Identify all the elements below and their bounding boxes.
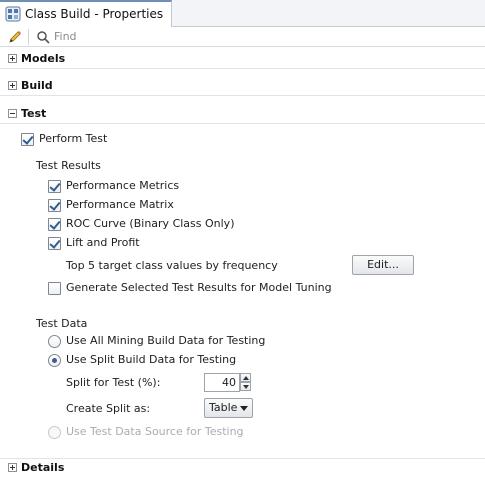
use-split-data-radio[interactable] — [48, 354, 61, 367]
split-for-test-label: Split for Test (%): — [66, 376, 161, 389]
class-build-icon — [5, 6, 21, 22]
tab-strip: Class Build - Properties — [0, 0, 485, 27]
test-results-heading: Test Results — [36, 159, 101, 172]
use-split-data-label: Use Split Build Data for Testing — [66, 353, 237, 366]
create-split-dropdown[interactable]: Table — [204, 398, 253, 418]
split-percent-field[interactable]: 40 — [204, 373, 240, 392]
expand-icon[interactable] — [8, 81, 17, 90]
roc-curve-label: ROC Curve (Binary Class Only) — [66, 217, 235, 230]
section-test[interactable]: Test — [0, 105, 485, 124]
section-label: Build — [21, 79, 53, 92]
edit-button[interactable]: Edit... — [352, 255, 414, 275]
chevron-down-icon — [240, 406, 248, 411]
perform-test-label: Perform Test — [39, 132, 108, 145]
use-all-data-radio[interactable] — [48, 335, 61, 348]
search-icon — [37, 31, 50, 44]
top-target-label: Top 5 target class values by frequency — [66, 259, 278, 272]
spinner-down-icon[interactable] — [240, 382, 251, 391]
find-input[interactable] — [54, 28, 474, 45]
perform-test-checkbox[interactable] — [21, 133, 34, 146]
create-split-value: Table — [209, 401, 238, 414]
performance-metrics-checkbox[interactable] — [48, 180, 61, 193]
performance-matrix-checkbox[interactable] — [48, 199, 61, 212]
tab-class-build-properties[interactable]: Class Build - Properties — [0, 0, 172, 27]
spinner-up-icon[interactable] — [240, 373, 251, 382]
generate-tuning-label: Generate Selected Test Results for Model… — [66, 281, 332, 294]
use-test-data-source-radio[interactable] — [48, 426, 61, 439]
section-label: Details — [21, 461, 65, 474]
lift-profit-checkbox[interactable] — [48, 237, 61, 250]
use-test-data-source-label: Use Test Data Source for Testing — [66, 425, 244, 438]
tab-title: Class Build - Properties — [25, 7, 164, 21]
use-all-data-label: Use All Mining Build Data for Testing — [66, 334, 266, 347]
section-models[interactable]: Models — [0, 50, 485, 69]
section-build[interactable]: Build — [0, 77, 485, 96]
properties-toolbar — [0, 27, 485, 47]
roc-curve-checkbox[interactable] — [48, 218, 61, 231]
section-label: Models — [21, 52, 66, 65]
pencil-icon[interactable] — [7, 29, 23, 45]
expand-icon[interactable] — [8, 463, 17, 472]
lift-profit-label: Lift and Profit — [66, 236, 140, 249]
generate-tuning-checkbox[interactable] — [48, 282, 61, 295]
performance-metrics-label: Performance Metrics — [66, 179, 180, 192]
section-details[interactable]: Details — [0, 458, 485, 477]
expand-icon[interactable] — [8, 54, 17, 63]
section-label: Test — [21, 107, 47, 120]
create-split-label: Create Split as: — [66, 402, 151, 415]
toolbar-separator — [28, 29, 29, 45]
collapse-icon[interactable] — [8, 109, 17, 118]
performance-matrix-label: Performance Matrix — [66, 198, 174, 211]
test-data-heading: Test Data — [36, 317, 88, 330]
